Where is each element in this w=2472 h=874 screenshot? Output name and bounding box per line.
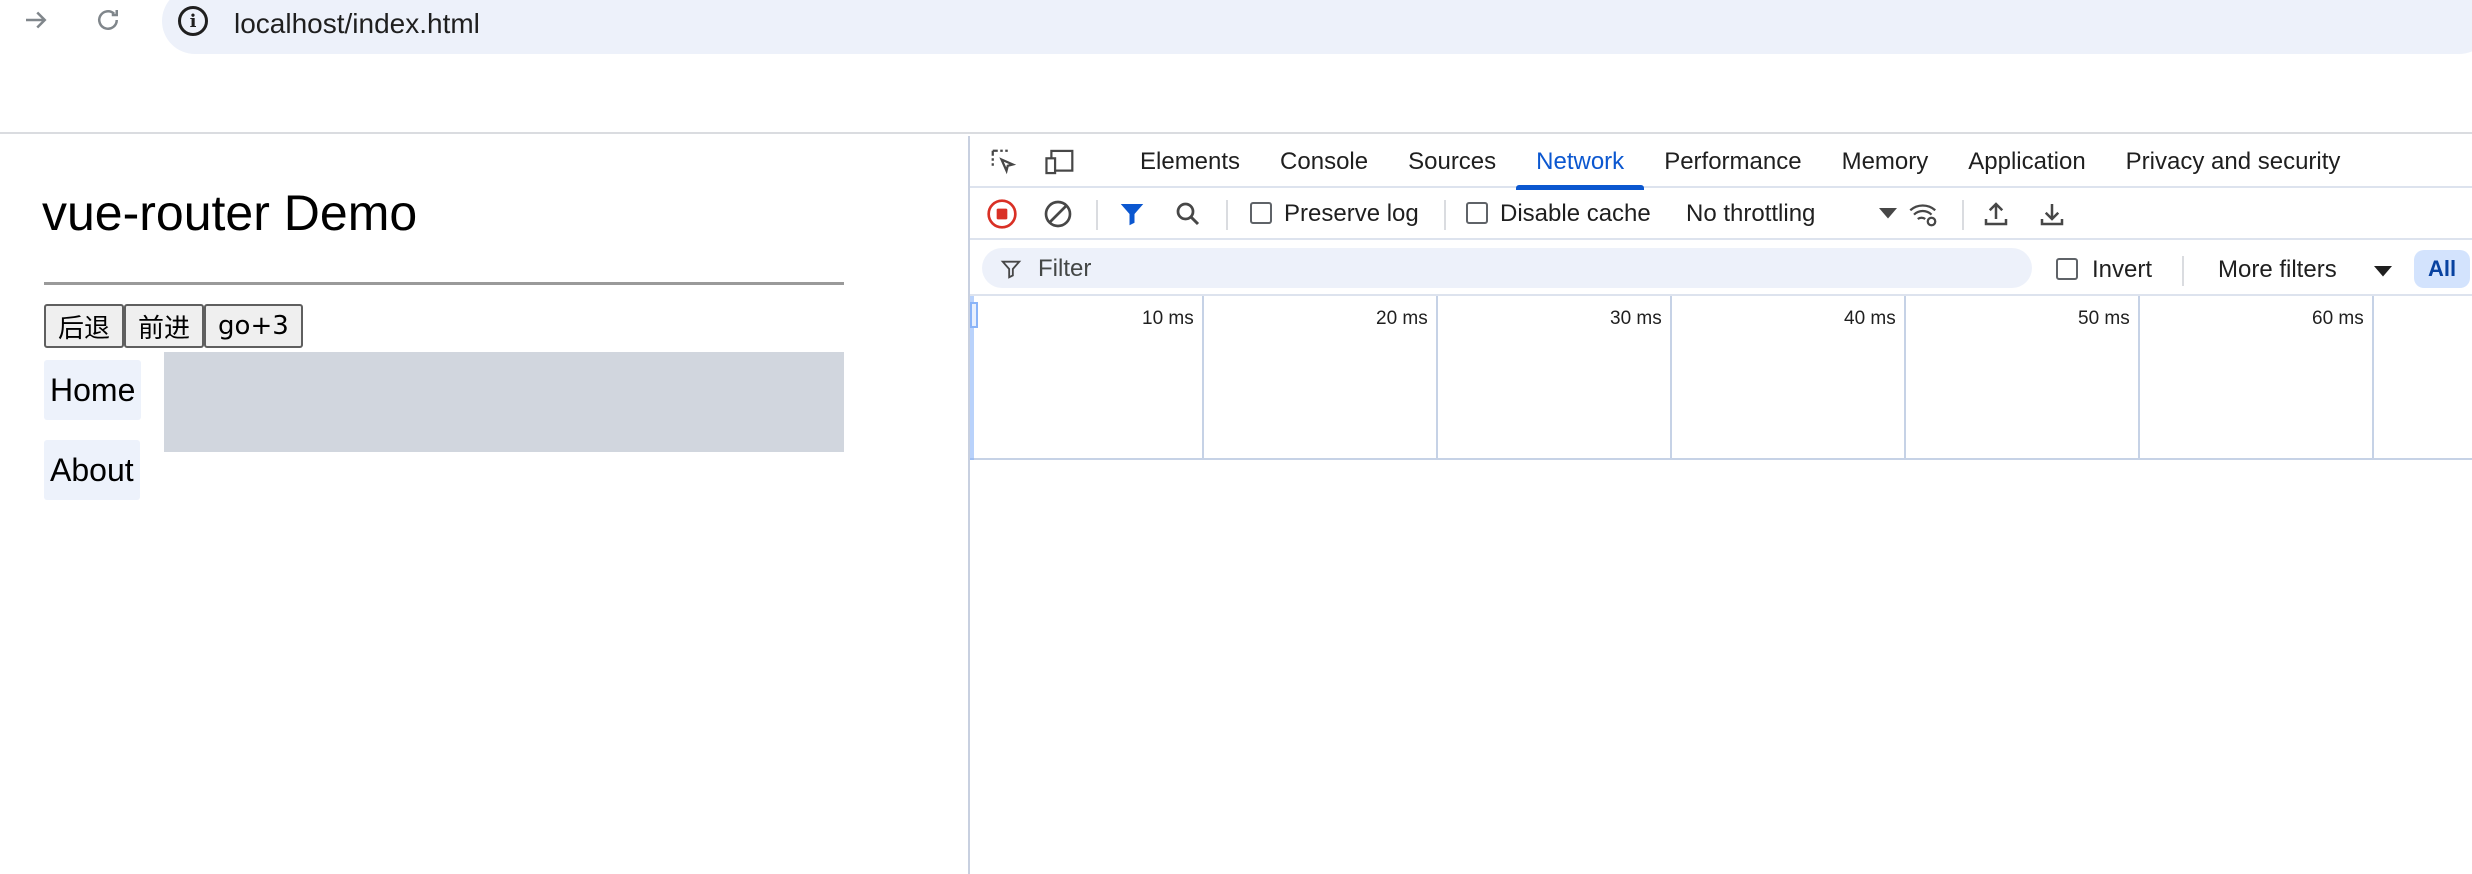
disable-cache-label: Disable cache <box>1500 200 1651 227</box>
filter-all-chip[interactable]: All <box>2414 250 2470 288</box>
tab-sources[interactable]: Sources <box>1388 136 1516 188</box>
device-toolbar-icon[interactable] <box>1040 142 1080 182</box>
clear-icon[interactable] <box>1040 196 1076 232</box>
toolbar-separator <box>1962 200 1964 230</box>
devtools-panel: Elements Console Sources Network Perform… <box>968 136 2472 874</box>
tick-gridline <box>1436 296 1438 460</box>
address-bar[interactable]: i localhost/index.html <box>162 0 2472 54</box>
tab-network[interactable]: Network <box>1516 136 1645 190</box>
browser-toolbar: i localhost/index.html <box>0 0 2472 134</box>
router-link-home[interactable]: Home <box>44 360 142 420</box>
preserve-log-label: Preserve log <box>1284 200 1419 227</box>
import-har-icon[interactable] <box>1978 196 2014 232</box>
tab-privacy-and-security[interactable]: Privacy and security <box>2106 136 2361 188</box>
url-text: localhost/index.html <box>234 8 480 39</box>
toolbar-separator <box>1226 200 1228 230</box>
network-conditions-icon[interactable] <box>1906 196 1942 232</box>
tick-gridline <box>1904 296 1906 460</box>
arrow-right-icon[interactable] <box>16 0 56 40</box>
tick-label: 30 ms <box>1610 308 1662 329</box>
tick-gridline <box>2372 296 2374 460</box>
timeline-handle[interactable] <box>970 302 978 328</box>
tab-performance[interactable]: Performance <box>1644 136 1821 188</box>
filter-bar: Filter Invert More filters All <box>970 242 2472 296</box>
tick-label: 50 ms <box>2078 308 2130 329</box>
tab-elements[interactable]: Elements <box>1120 136 1260 188</box>
tick-label: 60 ms <box>2312 308 2364 329</box>
record-icon[interactable] <box>984 196 1020 232</box>
router-link-about[interactable]: About <box>44 440 140 500</box>
chevron-down-icon[interactable] <box>2374 266 2392 278</box>
disable-cache-checkbox[interactable] <box>1466 202 1488 224</box>
funnel-icon <box>1000 260 1022 279</box>
toolbar-separator <box>2182 256 2184 286</box>
devtools-tabbar: Elements Console Sources Network Perform… <box>970 136 2472 190</box>
preserve-log-checkbox[interactable] <box>1250 202 1272 224</box>
tick-gridline <box>1670 296 1672 460</box>
search-icon[interactable] <box>1170 196 1206 232</box>
tab-console[interactable]: Console <box>1260 136 1388 188</box>
inspect-element-icon[interactable] <box>984 142 1024 182</box>
tick-label: 40 ms <box>1844 308 1896 329</box>
filter-placeholder: Filter <box>1038 255 1092 282</box>
tab-application[interactable]: Application <box>1948 136 2105 188</box>
back-button[interactable]: 后退 <box>44 304 125 348</box>
tab-memory[interactable]: Memory <box>1822 136 1949 188</box>
tick-gridline <box>1202 296 1204 460</box>
go-plus-3-button[interactable]: go+3 <box>204 304 303 348</box>
filter-input[interactable]: Filter <box>982 248 2032 288</box>
tick-label: 20 ms <box>1376 308 1428 329</box>
forward-button[interactable]: 前进 <box>124 304 205 348</box>
network-toolbar: Preserve log Disable cache No throttling <box>970 188 2472 240</box>
devtools-tabs: Elements Console Sources Network Perform… <box>1120 136 2361 190</box>
toolbar-separator <box>1096 200 1098 230</box>
invert-checkbox[interactable] <box>2056 258 2078 280</box>
tick-gridline <box>2138 296 2140 460</box>
filter-icon[interactable] <box>1114 196 1150 232</box>
invert-label: Invert <box>2092 256 2153 283</box>
chevron-down-icon[interactable] <box>1870 196 1906 232</box>
page-viewport: vue-router Demo 后退 前进 go+3 Home About <box>0 136 968 874</box>
tick-label: 10 ms <box>1142 308 1194 329</box>
nav-button-row: 后退 前进 go+3 <box>44 304 303 348</box>
export-har-icon[interactable] <box>2034 196 2070 232</box>
toolbar-separator <box>1444 200 1446 230</box>
router-view <box>164 352 844 452</box>
divider <box>44 282 844 285</box>
page-title: vue-router Demo <box>42 185 418 241</box>
info-icon[interactable]: i <box>178 6 208 36</box>
throttling-select[interactable]: No throttling <box>1686 200 1815 228</box>
more-filters-button[interactable]: More filters <box>2218 256 2337 284</box>
reload-icon[interactable] <box>88 0 128 40</box>
network-timeline-overview[interactable]: 10 ms 20 ms 30 ms 40 ms 50 ms 60 ms <box>970 296 2472 460</box>
